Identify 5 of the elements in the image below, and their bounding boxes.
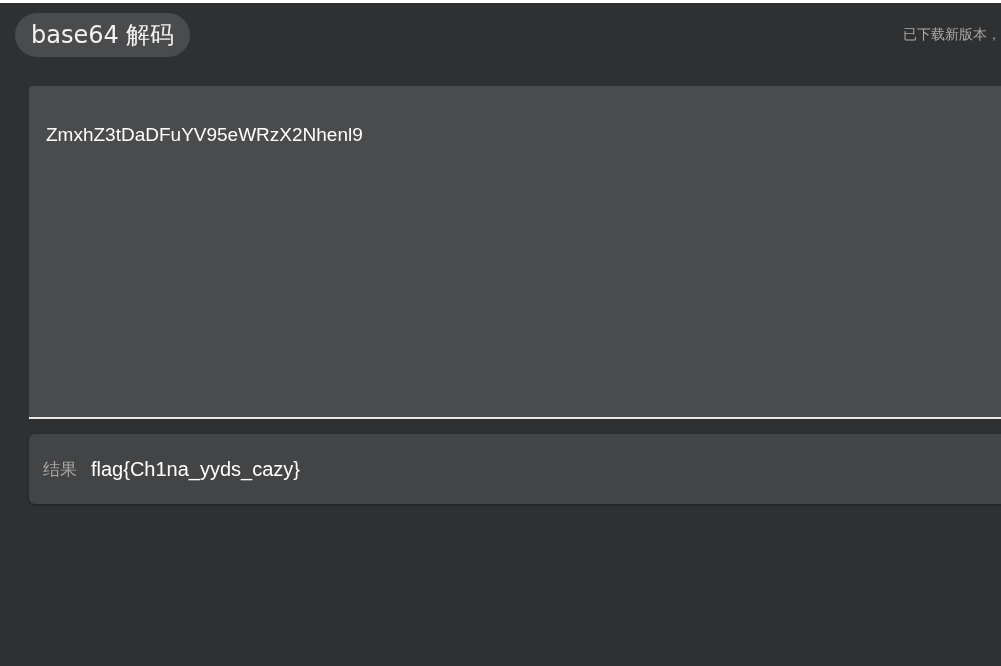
result-label: 结果 [43,457,77,481]
input-field[interactable]: ZmxhZ3tDaDFuYV95eWRzX2Nhenl9 [29,86,1001,419]
result-value: flag{Ch1na_yyds_cazy} [91,457,301,481]
update-notice: 已下载新版本， [903,26,1001,44]
page-title: base64 解码 [15,13,191,57]
